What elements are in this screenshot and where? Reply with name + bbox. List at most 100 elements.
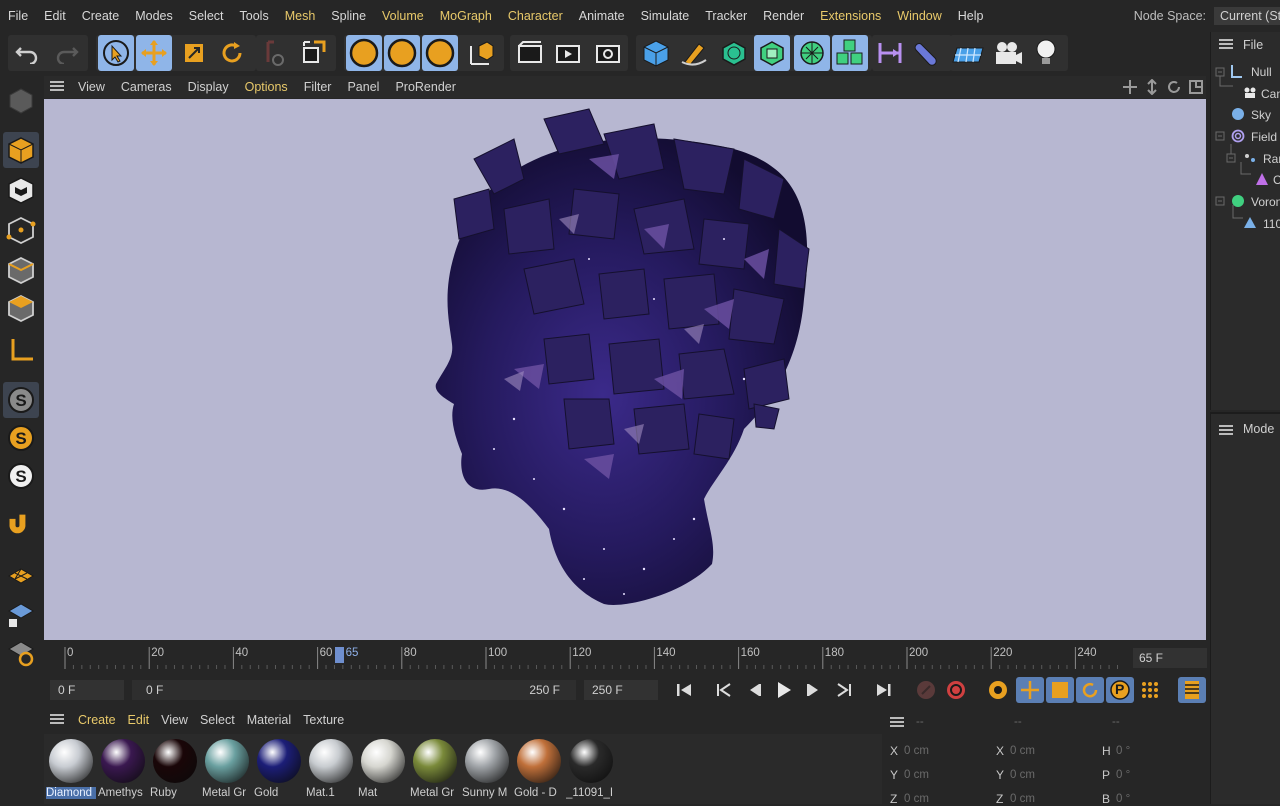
menu-tracker[interactable]: Tracker [697,9,755,23]
menu-edit[interactable]: Edit [36,9,74,23]
material-menu-edit[interactable]: Edit [122,713,156,727]
workplane-icon[interactable] [3,558,39,594]
render-to-picture-viewer-icon[interactable] [550,35,586,71]
solo-icon[interactable]: S [3,458,39,494]
symmetry-icon[interactable] [872,35,908,71]
light-icon[interactable] [1028,35,1064,71]
key-position-icon[interactable] [1016,677,1044,703]
material-swatch[interactable]: Diamond [46,737,96,801]
render-view-icon[interactable] [512,35,548,71]
key-rotation-icon[interactable] [1076,677,1104,703]
menu-extensions[interactable]: Extensions [812,9,889,23]
menu-create[interactable]: Create [74,9,128,23]
cube-icon[interactable] [638,35,674,71]
move-icon[interactable] [136,35,172,71]
material-hamburger-icon[interactable] [50,713,64,727]
go-to-end-icon[interactable] [870,677,898,703]
timeline-icon[interactable] [1178,677,1206,703]
step-forward-icon[interactable] [800,677,828,703]
subdivision-icon[interactable] [716,35,752,71]
frame-range-slider[interactable]: 0 F 250 F [132,680,576,700]
attribute-hamburger-icon[interactable] [1219,424,1233,438]
menu-simulate[interactable]: Simulate [633,9,698,23]
rotate-icon[interactable] [214,35,250,71]
material-swatch[interactable]: Sunny M [462,737,512,801]
key-param-icon[interactable]: P [1106,677,1134,703]
menu-mograph[interactable]: MoGraph [432,9,500,23]
floor-icon[interactable] [950,35,986,71]
menu-window[interactable]: Window [889,9,949,23]
viewport-menu-filter[interactable]: Filter [296,80,340,94]
material-swatch[interactable]: Mat.1 [306,737,356,801]
viewport-maximize-icon[interactable] [1188,79,1204,98]
menu-render[interactable]: Render [755,9,812,23]
object-hamburger-icon[interactable] [1219,38,1233,52]
menu-modes[interactable]: Modes [127,9,181,23]
material-menu-view[interactable]: View [155,713,194,727]
axis-mode-icon[interactable] [3,332,39,368]
make-editable-icon[interactable] [3,82,39,118]
menu-tools[interactable]: Tools [232,9,277,23]
undo-icon[interactable] [10,35,46,71]
live-selection-icon[interactable] [296,35,332,71]
coord-value-field[interactable]: 0 ° [1116,793,1130,805]
start-frame-field[interactable]: 0 F [50,680,124,700]
pen-icon[interactable] [676,35,712,71]
coords-hamburger-icon[interactable] [890,716,904,730]
viewport-hamburger-icon[interactable] [50,80,64,94]
menu-help[interactable]: Help [950,9,992,23]
material-swatch[interactable]: Amethys [98,737,148,801]
object-field[interactable]: Field [1251,130,1277,144]
soft-selection-icon[interactable]: S [3,420,39,456]
lock-y-icon[interactable] [384,35,420,71]
material-swatch[interactable]: Metal Gr [202,737,252,801]
coord-value-field[interactable]: 0 cm [904,793,929,805]
object-voronoi[interactable]: Voron [1251,195,1280,209]
key-pla-icon[interactable] [1136,677,1164,703]
end-frame-field[interactable]: 250 F [584,680,658,700]
menu-spline[interactable]: Spline [323,9,374,23]
viewport-menu-panel[interactable]: Panel [339,80,387,94]
scale-icon[interactable] [176,35,212,71]
material-menu-create[interactable]: Create [72,713,122,727]
material-menu-select[interactable]: Select [194,713,241,727]
viewport-menu-prorender[interactable]: ProRender [387,80,463,94]
timeline-ruler[interactable]: 0 20 40 60 80 100 120 140 160 180 200 220 240 65 [44,641,1206,675]
viewport-rotate-icon[interactable] [1166,79,1182,98]
menu-mesh[interactable]: Mesh [277,9,324,23]
deformer-icon[interactable] [910,35,946,71]
viewport-menu-display[interactable]: Display [180,80,237,94]
cloner-icon[interactable] [832,35,868,71]
material-menu-material[interactable]: Material [241,713,297,727]
object-cone[interactable]: C [1273,173,1280,187]
3d-viewport[interactable] [44,99,1206,640]
menu-select[interactable]: Select [181,9,232,23]
lock-x-icon[interactable] [346,35,382,71]
autokey-icon[interactable] [942,677,970,703]
extrude-icon[interactable] [754,35,790,71]
edges-mode-icon[interactable] [3,252,39,288]
coord-value-field[interactable]: 0 ° [1116,745,1130,757]
model-mode-icon[interactable] [3,132,39,168]
material-swatch[interactable]: _11091_I [566,737,616,801]
node-space-dropdown[interactable]: Current (Sta [1214,7,1280,25]
menu-character[interactable]: Character [500,9,571,23]
coord-value-field[interactable]: 0 cm [1010,793,1035,805]
object-random[interactable]: Ran [1263,152,1280,166]
material-swatch[interactable]: Mat [358,737,408,801]
object-sky[interactable]: Sky [1251,108,1271,122]
points-mode-icon[interactable] [3,212,39,248]
object-mesh[interactable]: 110 [1263,217,1280,231]
record-icon[interactable] [912,677,940,703]
material-swatch[interactable]: Ruby [150,737,200,801]
coord-value-field[interactable]: 0 ° [1116,769,1130,781]
material-menu-texture[interactable]: Texture [297,713,350,727]
coord-value-field[interactable]: 0 cm [904,745,929,757]
object-menu-file[interactable]: File [1243,38,1263,52]
keyframe-selection-icon[interactable] [984,677,1012,703]
menu-file[interactable]: File [0,9,36,23]
locked-workplane-icon[interactable] [3,596,39,632]
key-scale-icon[interactable] [1046,677,1074,703]
viewport-menu-view[interactable]: View [70,80,113,94]
menu-animate[interactable]: Animate [571,9,633,23]
